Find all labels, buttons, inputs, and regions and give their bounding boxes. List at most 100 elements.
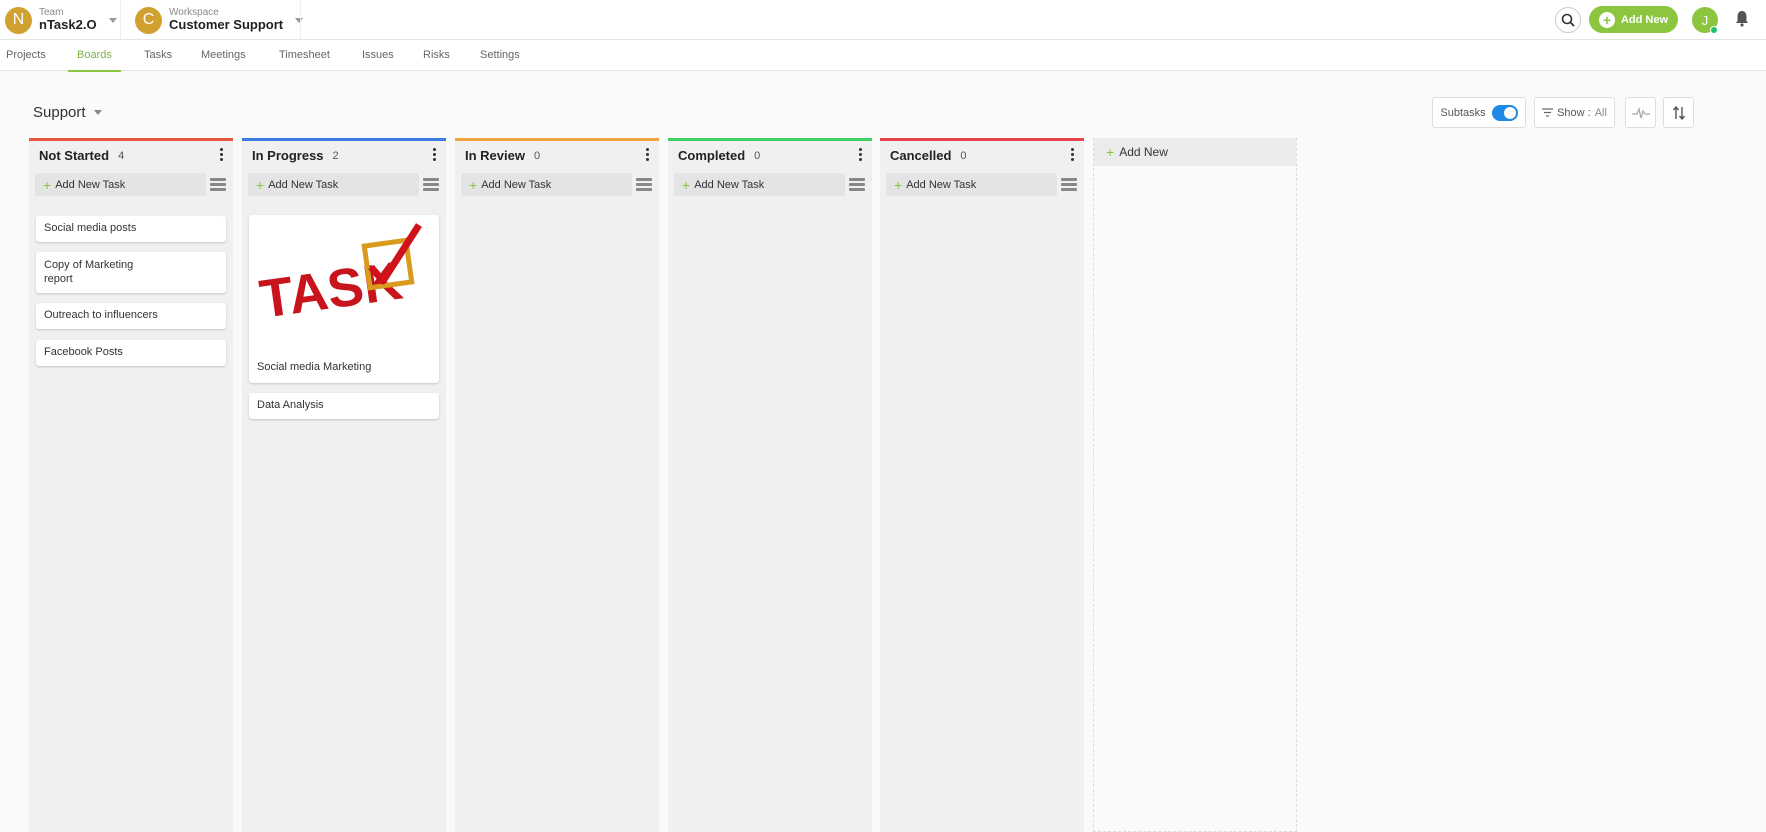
column-count: 4 <box>118 149 125 162</box>
activity-icon <box>1631 106 1650 118</box>
plus-icon: + <box>682 176 691 193</box>
search-button[interactable] <box>1555 7 1581 33</box>
column-count: 0 <box>754 149 761 162</box>
column-title: Completed <box>678 148 746 163</box>
column-in-progress: In Progress 2 + Add New Task TASK Social… <box>242 138 446 832</box>
kebab-icon[interactable] <box>859 148 862 161</box>
main-nav: Projects Boards Tasks Meetings Timesheet… <box>0 40 1766 72</box>
column-header: In Progress 2 <box>242 141 446 170</box>
add-new-label: Add New <box>1620 13 1669 26</box>
task-image-wordmark: TASK <box>256 250 406 329</box>
add-new-task-label: Add New Task <box>694 178 765 191</box>
column-header: In Review 0 <box>455 141 659 170</box>
plus-icon: + <box>1598 11 1615 28</box>
list-view-icon[interactable] <box>849 178 865 192</box>
add-new-button[interactable]: + Add New <box>1589 6 1678 33</box>
column-cancelled: Cancelled 0 + Add New Task <box>880 138 1084 832</box>
column-not-started: Not Started 4 + Add New Task Social medi… <box>29 138 233 832</box>
sort-button[interactable] <box>1663 97 1694 128</box>
column-title: In Progress <box>252 148 324 163</box>
workspace-avatar: C <box>135 6 162 34</box>
task-card[interactable]: Social media posts <box>36 216 226 242</box>
column-count: 2 <box>332 149 339 162</box>
column-count: 0 <box>960 149 967 162</box>
task-title: Copy of Marketing report <box>44 258 134 285</box>
list-view-icon[interactable] <box>423 178 439 192</box>
kebab-icon[interactable] <box>1071 148 1074 161</box>
column-title: Not Started <box>39 148 110 163</box>
activity-button[interactable] <box>1625 97 1656 128</box>
tab-issues[interactable]: Issues <box>362 40 394 71</box>
tab-projects[interactable]: Projects <box>6 40 46 71</box>
tab-timesheet[interactable]: Timesheet <box>279 40 330 71</box>
team-selector[interactable]: N Team nTask2.O <box>5 4 117 36</box>
tab-risks[interactable]: Risks <box>423 40 450 71</box>
show-label: Show : <box>1557 106 1591 119</box>
task-card[interactable]: Facebook Posts <box>36 340 226 366</box>
tab-meetings[interactable]: Meetings <box>201 40 246 71</box>
column-header: Cancelled 0 <box>880 141 1084 170</box>
add-column-button[interactable]: + Add New <box>1094 138 1296 166</box>
kebab-icon[interactable] <box>220 148 223 161</box>
list-view-icon[interactable] <box>1061 178 1077 192</box>
kebab-icon[interactable] <box>433 148 436 161</box>
add-new-task-button[interactable]: + Add New Task <box>461 173 632 196</box>
column-title: Cancelled <box>890 148 952 163</box>
plus-icon: + <box>1106 144 1115 160</box>
plus-icon: + <box>256 176 265 193</box>
task-card[interactable]: Outreach to influencers <box>36 303 226 329</box>
task-title: Outreach to influencers <box>44 309 158 322</box>
board-selector[interactable]: Support <box>33 104 102 121</box>
plus-icon: + <box>469 176 478 193</box>
sort-icon <box>1672 105 1685 120</box>
chevron-down-icon <box>108 17 117 23</box>
add-new-task-button[interactable]: + Add New Task <box>35 173 206 196</box>
add-new-task-label: Add New Task <box>481 178 552 191</box>
team-name: nTask2.O <box>39 17 97 33</box>
notifications-button[interactable] <box>1735 10 1749 32</box>
task-title: Social media posts <box>44 222 137 235</box>
workspace-name: Customer Support <box>169 17 284 33</box>
tab-settings[interactable]: Settings <box>480 40 520 71</box>
search-icon <box>1561 13 1575 27</box>
task-cover-image: TASK <box>249 215 439 352</box>
task-card[interactable]: Copy of Marketing report <box>36 252 226 293</box>
list-view-icon[interactable] <box>636 178 652 192</box>
workspace-selector[interactable]: C Workspace Customer Support <box>135 4 304 36</box>
add-new-task-label: Add New Task <box>268 178 339 191</box>
add-new-task-button[interactable]: + Add New Task <box>248 173 419 196</box>
column-completed: Completed 0 + Add New Task <box>668 138 872 832</box>
divider <box>120 0 121 40</box>
add-column-label: Add New <box>1119 145 1168 159</box>
add-column-area: + Add New <box>1093 138 1297 832</box>
subtasks-toggle[interactable] <box>1491 104 1518 121</box>
filter-icon <box>1542 108 1554 117</box>
plus-icon: + <box>43 176 52 193</box>
divider <box>300 0 301 40</box>
plus-icon: + <box>894 176 903 193</box>
list-view-icon[interactable] <box>210 178 226 192</box>
online-status-dot <box>1710 26 1718 34</box>
show-filter-button[interactable]: Show : All <box>1534 97 1615 128</box>
task-title: Social media Marketing <box>257 361 372 374</box>
column-in-review: In Review 0 + Add New Task <box>455 138 659 832</box>
top-bar: N Team nTask2.O C Workspace Customer Sup… <box>0 0 1766 40</box>
tab-tasks[interactable]: Tasks <box>144 40 172 71</box>
column-count: 0 <box>533 149 541 162</box>
subtasks-label: Subtasks <box>1440 106 1486 119</box>
task-title: Facebook Posts <box>44 346 123 359</box>
add-new-task-label: Add New Task <box>55 178 126 191</box>
subtasks-toggle-control[interactable]: Subtasks <box>1432 97 1526 128</box>
add-new-task-button[interactable]: + Add New Task <box>674 173 845 196</box>
column-header: Completed 0 <box>668 141 872 170</box>
add-new-task-button[interactable]: + Add New Task <box>886 173 1057 196</box>
task-card[interactable]: Data Analysis <box>249 393 439 419</box>
task-title: Data Analysis <box>257 399 324 412</box>
team-avatar: N <box>5 6 32 34</box>
chevron-down-icon <box>93 110 102 115</box>
tab-boards[interactable]: Boards <box>68 40 121 72</box>
bell-icon <box>1736 11 1748 27</box>
show-value: All <box>1594 106 1607 119</box>
kebab-icon[interactable] <box>646 148 649 161</box>
task-card-with-image[interactable]: TASK Social media Marketing <box>249 215 439 383</box>
